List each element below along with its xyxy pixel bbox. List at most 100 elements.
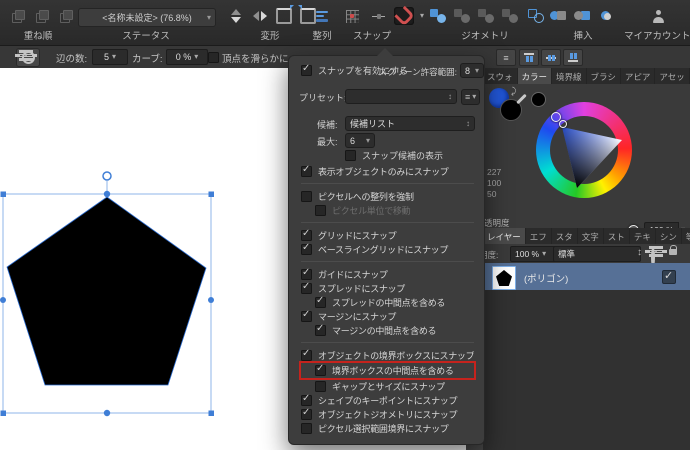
insert-inside-button[interactable] [548,7,568,25]
snap-option-row[interactable]: スプレッドの中間点を含める [301,295,474,309]
blend-options-icon[interactable]: ↕ [637,247,642,259]
boolean-xor-button[interactable] [500,7,520,25]
snap-option-checkbox[interactable] [315,297,326,308]
layers-tab-4[interactable]: スト [604,228,630,244]
snap-option-row[interactable]: 境界ボックスの中間点を含める [301,363,474,378]
snap-option-row[interactable]: ギャップとサイズにスナップ [301,379,474,393]
snap-option-checkbox[interactable] [301,230,312,241]
snap-option-checkbox[interactable] [315,365,326,376]
snap-option-row[interactable]: マージンにスナップ [301,309,474,323]
arrange-forward-button[interactable] [8,7,28,25]
arrange-level-button[interactable] [56,7,76,25]
triangle-selector[interactable] [559,120,567,128]
color-tab-5[interactable]: アセッ [655,68,689,84]
snap-option-row[interactable]: ピクセル単位で移動 [301,203,474,217]
curve-stepper[interactable]: 0 %▾ [166,49,208,65]
color-tab-0[interactable]: スウォ [483,68,518,84]
align-bottom-button[interactable] [563,49,583,66]
layer-opacity-dropdown[interactable]: 100 %▾ [510,246,558,262]
snap-option-checkbox[interactable] [301,409,312,420]
boolean-divide-button[interactable] [526,7,546,25]
snap-option-row[interactable]: ベースライングリッドにスナップ [301,242,474,256]
pixel-grid-button[interactable] [342,7,362,25]
snap-option-checkbox[interactable] [301,283,312,294]
color-tab-1[interactable]: カラー [518,68,553,84]
color-tab-3[interactable]: ブラシ [587,68,621,84]
snap-option-checkbox[interactable] [315,381,326,392]
show-candidates-row[interactable]: スナップ候補の表示 [345,149,443,162]
boolean-subtract-button[interactable] [452,7,472,25]
show-candidates-checkbox[interactable] [345,150,356,161]
snap-option-checkbox[interactable] [301,423,312,434]
snap-option-row[interactable]: シェイプのキーポイントにスナップ [301,393,474,407]
smooth-points-checkbox[interactable] [208,52,219,63]
snap-option-checkbox[interactable] [301,350,312,361]
layers-tab-3[interactable]: 文字 [578,228,604,244]
layer-visibility-checkbox[interactable] [662,270,676,284]
layers-tab-7[interactable]: 等角 [682,228,690,244]
snap-option-checkbox[interactable] [315,325,326,336]
tolerance-dropdown[interactable]: 8▾ [460,63,484,78]
align-top-button[interactable] [519,49,539,66]
snap-option-checkbox[interactable] [301,166,312,177]
snap-option-checkbox[interactable] [315,205,326,216]
color-tab-4[interactable]: アピア [621,68,656,84]
lock-icon[interactable] [669,249,677,255]
rotate-ccw-button[interactable] [274,7,294,25]
blend-mode-dropdown[interactable]: 標準 [553,246,641,262]
color-wheel[interactable] [536,102,632,198]
layers-tab-6[interactable]: シン [656,228,682,244]
insert-behind-button[interactable] [572,7,592,25]
snap-option-row[interactable]: マージンの中間点を含める [301,323,474,337]
chevron-down-icon: ▾ [112,53,116,61]
candidates-dropdown[interactable]: 候補リスト↕ [345,116,475,131]
enable-snapping-checkbox[interactable] [301,65,312,76]
layers-tab-0[interactable]: レイヤー [483,228,526,244]
my-account-button[interactable] [646,7,670,25]
snap-option-row[interactable]: ピクセル選択範囲境界にスナップ [301,421,474,435]
snap-option-checkbox[interactable] [301,311,312,322]
snap-option-row[interactable]: オブジェクトの境界ボックスにスナップ [301,348,474,362]
insert-top-icon [598,9,614,23]
layer-row[interactable]: (ポリゴン) [483,263,690,290]
insert-top-button[interactable] [596,7,616,25]
sides-stepper[interactable]: 5▾ [92,49,128,65]
snap-option-checkbox[interactable] [301,244,312,255]
layers-tab-1[interactable]: エフ [526,228,552,244]
layers-tab-2[interactable]: スタ [552,228,578,244]
preset-dropdown[interactable]: ↕ [345,89,457,104]
main-toolbar: 重ね順 <名称未設定> (76.8%) ▾ ステータス 変形 整列 ▾ スナップ… [0,0,690,46]
snap-option-checkbox[interactable] [301,269,312,280]
shape-settings-button[interactable] [16,48,40,67]
color-tab-2[interactable]: 境界線 [552,68,587,84]
snap-option-row[interactable]: ガイドにスナップ [301,267,474,281]
snapping-options-caret[interactable]: ▾ [416,7,428,25]
snapping-toggle-button[interactable] [394,7,414,25]
snap-option-checkbox[interactable] [301,395,312,406]
boolean-intersect-button[interactable] [476,7,496,25]
snap-option-row[interactable]: ピクセルへの整列を強制 [301,189,474,203]
distribute-menu-button[interactable]: ≡ [496,49,516,66]
preset-menu-button[interactable]: ≡▾ [461,89,480,105]
snap-option-checkbox[interactable] [301,191,312,202]
alignment-button[interactable] [312,7,332,25]
flip-vertical-button[interactable] [226,7,246,25]
swap-colors-icon[interactable]: ⤸ [511,86,516,97]
snap-line-button[interactable] [368,7,388,25]
snap-option-row[interactable]: オブジェクトジオメトリにスナップ [301,407,474,421]
rotation-handle[interactable] [103,172,111,180]
eyedropper-icon[interactable] [516,94,527,105]
snap-option-row[interactable]: スプレッドにスナップ [301,281,474,295]
flip-horizontal-button[interactable] [250,7,270,25]
layers-tab-5[interactable]: テキ [630,228,656,244]
arrange-backward-button[interactable] [32,7,52,25]
pentagon-shape[interactable] [7,197,206,385]
snap-option-row[interactable]: 表示オブジェクトのみにスナップ [301,164,474,178]
snap-option-label: ガイドにスナップ [318,268,388,281]
max-dropdown[interactable]: 6▾ [345,133,375,148]
align-middle-button[interactable] [541,49,561,66]
document-status-dropdown[interactable]: <名称未設定> (76.8%) ▾ [78,8,216,27]
boolean-add-button[interactable] [428,7,448,25]
layer-list-empty-area[interactable] [483,290,690,450]
snap-option-row[interactable]: グリッドにスナップ [301,228,474,242]
